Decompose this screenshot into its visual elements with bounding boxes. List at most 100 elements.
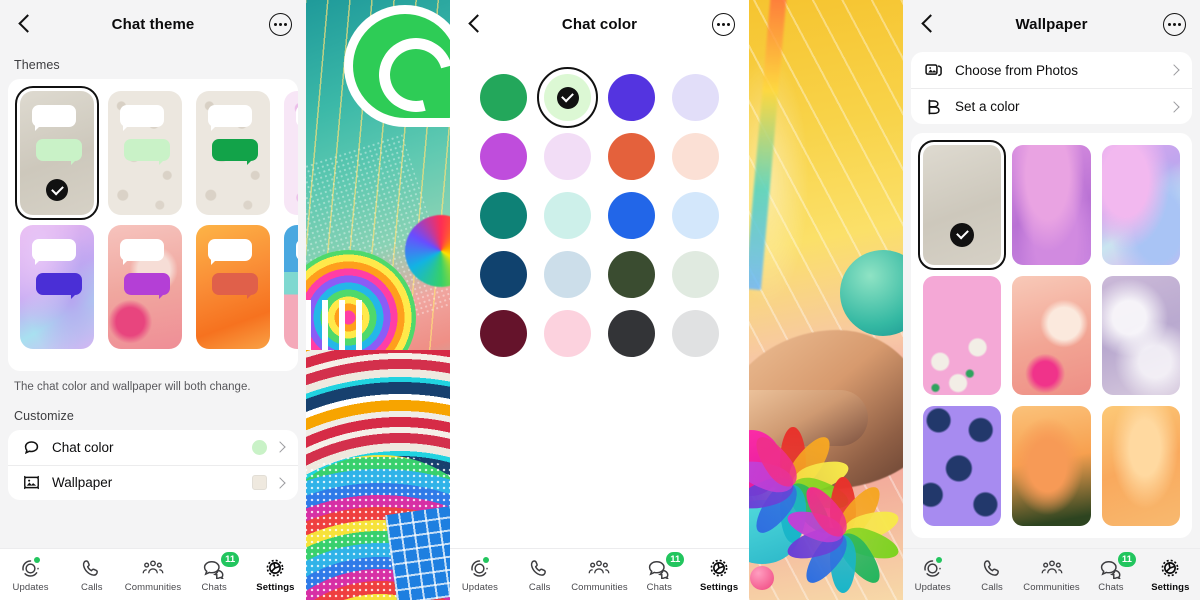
theme-option[interactable] — [284, 91, 298, 225]
color-swatch-charcoal[interactable] — [600, 310, 664, 357]
color-swatch-light-green[interactable] — [536, 67, 600, 128]
color-swatch-pink[interactable] — [536, 310, 600, 357]
wallpaper-option[interactable] — [1012, 275, 1091, 396]
color-circle[interactable] — [607, 133, 655, 180]
theme-option[interactable] — [196, 91, 276, 225]
color-circle[interactable] — [480, 74, 528, 121]
theme-thumbnail[interactable] — [196, 225, 270, 349]
tab-chats[interactable]: 11 Chats — [629, 551, 689, 593]
color-swatch-maroon[interactable] — [472, 310, 536, 357]
color-circle[interactable] — [544, 133, 592, 180]
wallpaper-thumbnail[interactable] — [1012, 275, 1091, 396]
color-circle[interactable] — [480, 251, 528, 298]
wallpaper-option[interactable] — [923, 406, 1002, 526]
wallpaper-thumbnail[interactable] — [1101, 275, 1180, 396]
theme-thumbnail[interactable] — [108, 225, 182, 349]
tab-updates[interactable]: Updates — [450, 556, 510, 593]
color-circle[interactable] — [544, 310, 592, 357]
wallpaper-option[interactable] — [1101, 406, 1180, 526]
color-swatch-grid[interactable] — [450, 48, 749, 357]
tab-settings[interactable]: Settings — [245, 557, 306, 593]
color-circle[interactable] — [671, 133, 719, 180]
more-options-icon[interactable] — [712, 12, 735, 36]
theme-thumbnail[interactable] — [20, 225, 94, 349]
color-circle[interactable] — [671, 310, 719, 357]
theme-option[interactable] — [196, 225, 276, 359]
color-swatch-orchid[interactable] — [472, 133, 536, 180]
color-circle[interactable] — [671, 74, 719, 121]
choose-from-photos-row[interactable]: Choose from Photos — [911, 52, 1192, 88]
tab-chats[interactable]: 11 Chats — [184, 551, 245, 593]
wallpaper-thumbnail[interactable] — [1012, 406, 1091, 526]
color-circle[interactable] — [480, 133, 528, 180]
wallpaper-thumbnail[interactable] — [1101, 406, 1180, 526]
tab-communities[interactable]: Communities — [570, 557, 630, 593]
color-circle[interactable] — [544, 192, 592, 239]
chat-color-row[interactable]: Chat color — [8, 430, 298, 465]
color-swatch-light-blue[interactable] — [663, 192, 727, 239]
color-circle[interactable] — [607, 251, 655, 298]
tab-settings[interactable]: Settings — [689, 557, 749, 593]
color-circle[interactable] — [607, 192, 655, 239]
back-chevron-icon[interactable] — [464, 13, 486, 35]
wallpaper-content[interactable]: Choose from Photos Set a color — [903, 48, 1200, 548]
theme-thumbnail[interactable] — [108, 91, 182, 215]
wallpaper-thumbnail[interactable] — [1101, 145, 1180, 265]
tab-updates[interactable]: Updates — [903, 556, 962, 593]
color-circle[interactable] — [480, 192, 528, 239]
wallpaper-option[interactable] — [1012, 406, 1091, 526]
bottom-tabbar[interactable]: Updates Calls Communities 11 Chats Settings — [0, 548, 306, 600]
color-swatch-lavender[interactable] — [663, 74, 727, 121]
color-circle[interactable] — [607, 310, 655, 357]
color-circle[interactable] — [537, 67, 599, 128]
wallpaper-thumbnail[interactable] — [917, 140, 1007, 270]
color-swatch-coral[interactable] — [600, 133, 664, 180]
wallpaper-row[interactable]: Wallpaper — [8, 464, 298, 500]
color-circle[interactable] — [671, 251, 719, 298]
tab-calls[interactable]: Calls — [61, 557, 122, 593]
wallpaper-option[interactable] — [1012, 145, 1091, 265]
theme-thumbnail[interactable] — [196, 91, 270, 215]
tab-settings[interactable]: Settings — [1141, 557, 1200, 593]
color-swatch-blue[interactable] — [600, 192, 664, 239]
theme-thumbnail[interactable] — [284, 225, 298, 349]
tab-communities[interactable]: Communities — [122, 557, 183, 593]
wallpaper-thumbnail[interactable] — [923, 406, 1002, 526]
color-swatch-navy[interactable] — [472, 251, 536, 298]
color-swatch-light-orchid[interactable] — [536, 133, 600, 180]
tab-calls[interactable]: Calls — [510, 557, 570, 593]
theme-option[interactable] — [108, 91, 188, 225]
wallpaper-option[interactable] — [923, 275, 1002, 396]
color-circle[interactable] — [480, 310, 528, 357]
color-swatch-light-coral[interactable] — [663, 133, 727, 180]
color-circle[interactable] — [544, 251, 592, 298]
set-a-color-row[interactable]: Set a color — [911, 88, 1192, 124]
color-swatch-green[interactable] — [472, 74, 536, 121]
wallpaper-thumbnail[interactable] — [923, 275, 1002, 396]
color-swatch-light-navy[interactable] — [536, 251, 600, 298]
theme-option[interactable] — [15, 86, 100, 225]
wallpaper-option[interactable] — [1101, 275, 1180, 396]
theme-thumbnail[interactable] — [284, 91, 298, 215]
color-swatch-light-grey[interactable] — [663, 310, 727, 357]
color-swatch-light-teal[interactable] — [536, 192, 600, 239]
theme-option[interactable] — [284, 225, 298, 359]
wallpaper-grid[interactable] — [911, 133, 1192, 538]
bottom-tabbar[interactable]: Updates Calls Communities 11 Chats Settings — [903, 548, 1200, 600]
wallpaper-thumbnail[interactable] — [1012, 145, 1091, 265]
themes-grid[interactable] — [8, 79, 298, 371]
color-circle[interactable] — [607, 74, 655, 121]
theme-option[interactable] — [108, 225, 188, 359]
color-circle[interactable] — [671, 192, 719, 239]
color-swatch-forest[interactable] — [600, 251, 664, 298]
tab-chats[interactable]: 11 Chats — [1081, 551, 1140, 593]
theme-thumbnail[interactable] — [15, 86, 99, 220]
tab-communities[interactable]: Communities — [1022, 557, 1081, 593]
bottom-tabbar[interactable]: Updates Calls Communities 11 Chats Settings — [450, 548, 749, 600]
theme-option[interactable] — [20, 225, 100, 359]
chat-theme-content[interactable]: Themes The chat color and wallpaper will… — [0, 48, 306, 548]
color-swatch-teal[interactable] — [472, 192, 536, 239]
back-chevron-icon[interactable] — [917, 13, 939, 35]
tab-calls[interactable]: Calls — [962, 557, 1021, 593]
back-chevron-icon[interactable] — [14, 13, 36, 35]
